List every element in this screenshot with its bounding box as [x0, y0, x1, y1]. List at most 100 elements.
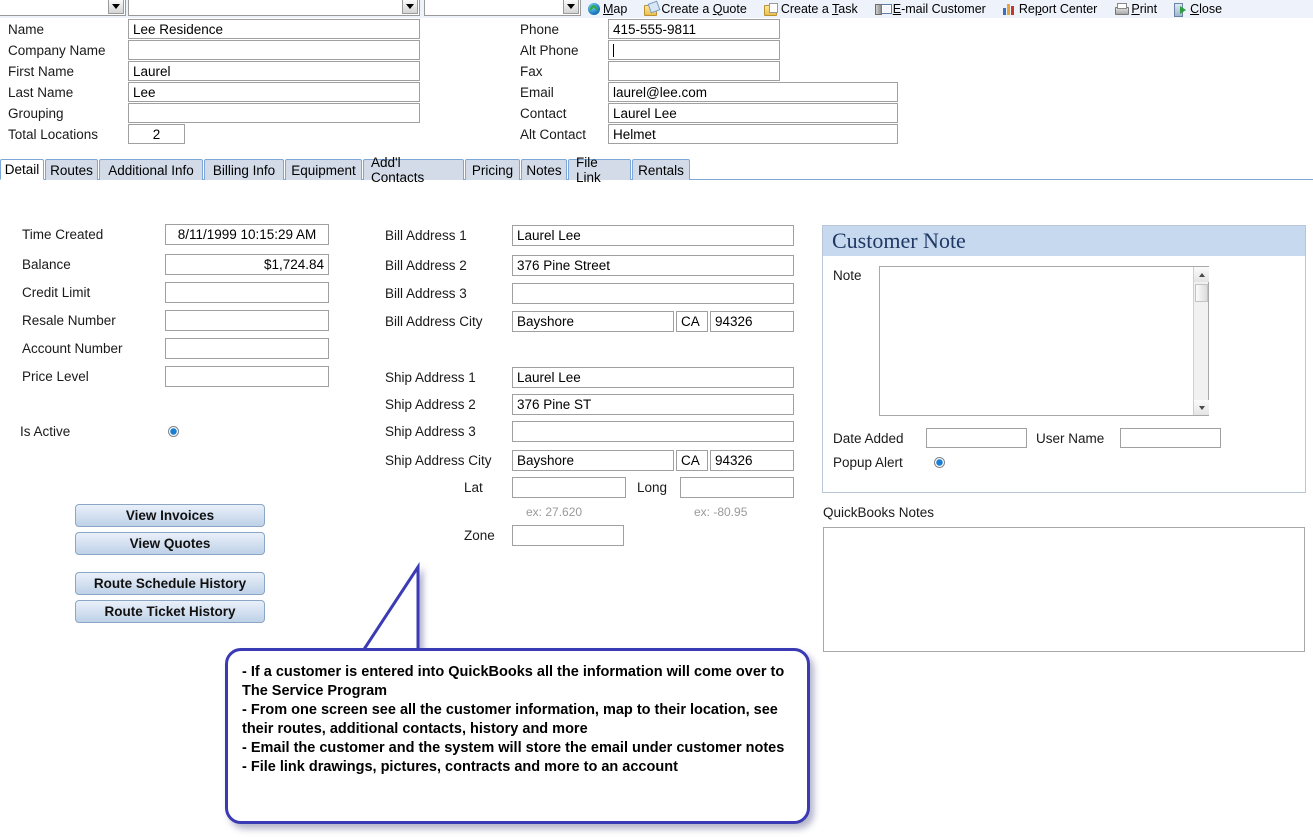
balance-field[interactable]: $1,724.84	[165, 254, 329, 275]
company-name-field[interactable]	[128, 40, 420, 60]
scroll-down-icon[interactable]	[1194, 400, 1209, 415]
tab-billing-info[interactable]: Billing Info	[204, 159, 284, 180]
account-number-field[interactable]	[165, 338, 329, 359]
is-active-radio[interactable]	[168, 426, 179, 437]
alt-phone-field[interactable]	[608, 40, 780, 60]
callout-line-2: - From one screen see all the customer i…	[242, 701, 793, 739]
long-hint: ex: -80.95	[694, 505, 747, 519]
ship-address-zip-field[interactable]: 94326	[710, 450, 794, 471]
bill-address-1-field[interactable]: Laurel Lee	[512, 225, 794, 246]
quickbooks-notes-textarea[interactable]	[823, 527, 1305, 652]
note-textarea[interactable]	[879, 266, 1209, 416]
grouping-combo[interactable]	[128, 103, 420, 123]
chevron-down-icon[interactable]	[108, 0, 124, 14]
top-combo-3[interactable]	[424, 0, 581, 16]
customer-note-title: Customer Note	[823, 226, 1305, 256]
fax-field[interactable]	[608, 61, 780, 81]
quote-icon	[644, 3, 658, 15]
tab-file-link[interactable]: File Link	[568, 159, 631, 180]
tab-notes[interactable]: Notes	[521, 159, 567, 180]
label-long: Long	[637, 480, 667, 495]
callout-line-4: - File link drawings, pictures, contract…	[242, 758, 793, 777]
toolbar-button-report-center[interactable]: Report Center	[1003, 2, 1098, 16]
globe-icon	[588, 3, 600, 15]
callout-line-3: - Email the customer and the system will…	[242, 739, 793, 758]
toolbar-button-email-customer[interactable]: E-mail Customer	[875, 2, 986, 16]
bill-address-3-field[interactable]	[512, 283, 794, 304]
label-is-active: Is Active	[20, 424, 70, 439]
chevron-down-icon[interactable]	[563, 0, 579, 14]
tab-rentals[interactable]: Rentals	[632, 159, 690, 180]
label-date-added: Date Added	[833, 431, 904, 446]
resale-number-field[interactable]	[165, 310, 329, 331]
alt-contact-field[interactable]: Helmet	[608, 124, 898, 144]
tab-addl-contacts[interactable]: Add'l Contacts	[363, 159, 464, 180]
tab-routes[interactable]: Routes	[45, 159, 98, 180]
long-field[interactable]	[680, 477, 794, 498]
label-price-level: Price Level	[22, 369, 89, 384]
toolbar-label-print: Print	[1131, 2, 1157, 16]
bill-address-city-field[interactable]: Bayshore	[512, 311, 674, 332]
tab-additional-info[interactable]: Additional Info	[99, 159, 203, 180]
tab-pricing[interactable]: Pricing	[465, 159, 520, 180]
toolbar-label-create-a-quote: Create a Quote	[661, 2, 747, 16]
close-door-icon	[1174, 3, 1187, 15]
toolbar-button-map[interactable]: Map	[588, 2, 627, 16]
label-alt-phone: Alt Phone	[520, 43, 579, 58]
note-scrollbar[interactable]	[1193, 267, 1208, 415]
label-ship-address-city: Ship Address City	[385, 453, 492, 468]
top-combo-1[interactable]	[0, 0, 126, 16]
lat-field[interactable]	[512, 477, 626, 498]
callout-text-box: - If a customer is entered into QuickBoo…	[225, 648, 810, 824]
toolbar-button-close[interactable]: Close	[1174, 2, 1222, 16]
lat-hint: ex: 27.620	[526, 505, 582, 519]
view-invoices-button[interactable]: View Invoices	[75, 504, 265, 527]
credit-limit-field[interactable]	[165, 282, 329, 303]
total-locations-field[interactable]: 2	[128, 124, 185, 144]
ship-address-3-field[interactable]	[512, 421, 794, 442]
toolbar-button-create-a-quote[interactable]: Create a Quote	[644, 2, 747, 16]
tab-equipment[interactable]: Equipment	[285, 159, 362, 180]
email-field[interactable]: laurel@lee.com	[608, 82, 898, 102]
label-user-name: User Name	[1036, 431, 1104, 446]
label-resale-number: Resale Number	[22, 313, 116, 328]
last-name-field[interactable]: Lee	[128, 82, 420, 102]
chevron-down-icon[interactable]	[402, 0, 418, 14]
zone-combo[interactable]	[512, 525, 624, 546]
ship-address-2-field[interactable]: 376 Pine ST	[512, 394, 794, 415]
label-total-locations: Total Locations	[8, 127, 98, 142]
ship-address-state-field[interactable]: CA	[676, 450, 708, 471]
price-level-field[interactable]	[165, 366, 329, 387]
text-cursor	[613, 44, 614, 57]
user-name-field[interactable]	[1120, 428, 1221, 448]
toolbar-label-email-customer: E-mail Customer	[893, 2, 986, 16]
label-ship-address-1: Ship Address 1	[385, 370, 476, 385]
toolbar-button-create-a-task[interactable]: Create a Task	[764, 2, 858, 16]
name-field[interactable]: Lee Residence	[128, 19, 420, 39]
scroll-up-icon[interactable]	[1194, 267, 1209, 282]
ship-address-city-field[interactable]: Bayshore	[512, 450, 674, 471]
scroll-thumb[interactable]	[1195, 284, 1208, 302]
tab-detail[interactable]: Detail	[0, 159, 44, 180]
first-name-field[interactable]: Laurel	[128, 61, 420, 81]
label-alt-contact: Alt Contact	[520, 127, 586, 142]
report-chart-icon	[1003, 3, 1016, 15]
toolbar-label-close: Close	[1190, 2, 1222, 16]
bill-address-state-field[interactable]: CA	[676, 311, 708, 332]
bill-address-zip-field[interactable]: 94326	[710, 311, 794, 332]
label-bill-address-1: Bill Address 1	[385, 228, 467, 243]
label-time-created: Time Created	[22, 227, 103, 242]
time-created-field[interactable]: 8/11/1999 10:15:29 AM	[165, 224, 329, 245]
toolbar-label-create-a-task: Create a Task	[781, 2, 858, 16]
ship-address-1-field[interactable]: Laurel Lee	[512, 367, 794, 388]
bill-address-2-field[interactable]: 376 Pine Street	[512, 255, 794, 276]
popup-alert-radio[interactable]	[934, 457, 945, 468]
top-combo-2[interactable]	[128, 0, 420, 16]
date-added-field[interactable]	[926, 428, 1027, 448]
contact-field[interactable]: Laurel Lee	[608, 103, 898, 123]
label-company-name: Company Name	[8, 43, 106, 58]
phone-field[interactable]: 415-555-9811	[608, 19, 780, 39]
toolbar-button-print[interactable]: Print	[1114, 2, 1157, 16]
label-popup-alert: Popup Alert	[833, 455, 903, 470]
tab-bar: Detail Routes Additional Info Billing In…	[0, 158, 1313, 180]
